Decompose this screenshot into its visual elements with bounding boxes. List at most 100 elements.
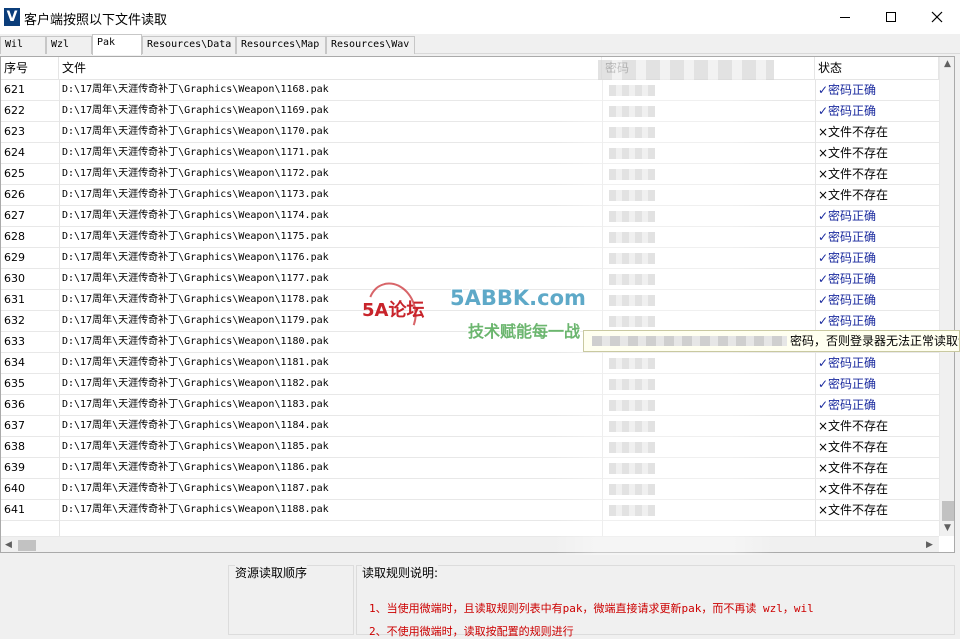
table-row[interactable]: 628 D:\17周年\天涯传奇补丁\Graphics\Weapon\1175.p…: [1, 227, 939, 248]
row-index: 626: [4, 188, 25, 201]
redaction-overlay: [609, 379, 655, 390]
table-row[interactable]: 636 D:\17周年\天涯传奇补丁\Graphics\Weapon\1183.p…: [1, 395, 939, 416]
row-index: 632: [4, 314, 25, 327]
redaction-overlay: [609, 190, 655, 201]
scroll-left-icon[interactable]: ◀: [5, 540, 12, 550]
table-row[interactable]: 637 D:\17周年\天涯传奇补丁\Graphics\Weapon\1184.p…: [1, 416, 939, 437]
row-index: 634: [4, 356, 25, 369]
rules-group: 读取规则说明: 1、当使用微端时，且读取规则列表中有pak，微端直接请求更新pa…: [356, 564, 955, 638]
vertical-scrollbar[interactable]: ▲ ▼: [939, 57, 954, 536]
row-index: 638: [4, 440, 25, 453]
horizontal-scrollbar[interactable]: ◀ ▶: [1, 536, 939, 552]
table-row[interactable]: 627 D:\17周年\天涯传奇补丁\Graphics\Weapon\1174.p…: [1, 206, 939, 227]
scroll-down-icon[interactable]: ▼: [944, 523, 951, 533]
row-index: 639: [4, 461, 25, 474]
rules-title: 读取规则说明:: [362, 564, 439, 581]
redaction-overlay: [609, 148, 655, 159]
row-index: 633: [4, 335, 25, 348]
table-row[interactable]: 639 D:\17周年\天涯传奇补丁\Graphics\Weapon\1186.p…: [1, 458, 939, 479]
tab-resources-wav[interactable]: Resources\Wav: [326, 36, 415, 54]
row-password: [605, 206, 813, 227]
redaction-overlay: [609, 463, 655, 474]
header-file[interactable]: 文件: [59, 57, 602, 80]
table-row[interactable]: 629 D:\17周年\天涯传奇补丁\Graphics\Weapon\1176.p…: [1, 248, 939, 269]
table-row[interactable]: 622 D:\17周年\天涯传奇补丁\Graphics\Weapon\1169.p…: [1, 101, 939, 122]
row-file-path: D:\17周年\天涯传奇补丁\Graphics\Weapon\1168.pak: [62, 84, 329, 95]
table-row[interactable]: 635 D:\17周年\天涯传奇补丁\Graphics\Weapon\1182.p…: [1, 374, 939, 395]
scroll-up-icon[interactable]: ▲: [944, 59, 951, 69]
row-file-path: D:\17周年\天涯传奇补丁\Graphics\Weapon\1182.pak: [62, 378, 329, 389]
tooltip-text: 密码，否则登录器无法正常读取该Pa: [790, 334, 959, 348]
tab-pak[interactable]: Pak: [92, 34, 142, 55]
row-password: [605, 185, 813, 206]
row-status: ×文件不存在: [818, 188, 889, 202]
scroll-right-icon[interactable]: ▶: [926, 540, 933, 550]
table-row[interactable]: 623 D:\17周年\天涯传奇补丁\Graphics\Weapon\1170.p…: [1, 122, 939, 143]
table-row[interactable]: 624 D:\17周年\天涯传奇补丁\Graphics\Weapon\1171.p…: [1, 143, 939, 164]
title-bar: V 客户端按照以下文件读取: [0, 0, 960, 34]
table-row[interactable]: 641 D:\17周年\天涯传奇补丁\Graphics\Weapon\1188.p…: [1, 500, 939, 521]
tab-wil[interactable]: Wil: [0, 36, 46, 54]
horizontal-scroll-thumb[interactable]: [18, 540, 36, 551]
table-row[interactable]: 638 D:\17周年\天涯传奇补丁\Graphics\Weapon\1185.p…: [1, 437, 939, 458]
row-password: [605, 122, 813, 143]
row-file-path: D:\17周年\天涯传奇补丁\Graphics\Weapon\1169.pak: [62, 105, 329, 116]
row-password: [605, 290, 813, 311]
close-button[interactable]: [914, 0, 960, 34]
row-password: [605, 437, 813, 458]
row-password: [605, 458, 813, 479]
tab-resources-data[interactable]: Resources\Data: [142, 36, 236, 54]
maximize-icon: [886, 12, 896, 22]
column-divider: [815, 80, 816, 552]
bottom-panel: 资源读取顺序 读取规则说明: 1、当使用微端时，且读取规则列表中有pak，微端直…: [0, 555, 960, 638]
row-index: 628: [4, 230, 25, 243]
vertical-scroll-thumb[interactable]: [942, 501, 954, 521]
rule-item: 2、不使用微端时，读取按配置的规则进行: [369, 625, 574, 638]
resource-order-title: 资源读取顺序: [235, 564, 308, 581]
header-index[interactable]: 序号: [1, 57, 59, 80]
row-index: 641: [4, 503, 25, 516]
redaction-overlay: [609, 316, 655, 327]
row-status: ×文件不存在: [818, 146, 889, 160]
redaction-overlay: [609, 85, 655, 96]
table-row[interactable]: 625 D:\17周年\天涯传奇补丁\Graphics\Weapon\1172.p…: [1, 164, 939, 185]
row-status: ✓密码正确: [818, 230, 877, 244]
maximize-button[interactable]: [868, 0, 914, 34]
redaction-overlay: [592, 336, 787, 346]
minimize-icon: [840, 17, 850, 18]
tab-resources-map[interactable]: Resources\Map: [236, 36, 326, 54]
row-password: [605, 227, 813, 248]
table-row[interactable]: 621 D:\17周年\天涯传奇补丁\Graphics\Weapon\1168.p…: [1, 80, 939, 101]
row-status: ✓密码正确: [818, 251, 877, 265]
row-password: [605, 80, 813, 101]
minimize-button[interactable]: [822, 0, 868, 34]
redaction-overlay: [609, 127, 655, 138]
table-row[interactable]: 634 D:\17周年\天涯传奇补丁\Graphics\Weapon\1181.p…: [1, 353, 939, 374]
row-file-path: D:\17周年\天涯传奇补丁\Graphics\Weapon\1172.pak: [62, 168, 329, 179]
row-password: [605, 500, 813, 521]
window-title: 客户端按照以下文件读取: [24, 13, 168, 28]
row-index: 624: [4, 146, 25, 159]
row-status: ×文件不存在: [818, 503, 889, 517]
watermark-slogan: 技术赋能每一战: [468, 322, 581, 341]
header-status[interactable]: 状态: [815, 57, 939, 80]
watermark-site: 5ABBK.com: [450, 286, 586, 310]
row-index: 635: [4, 377, 25, 390]
row-file-path: D:\17周年\天涯传奇补丁\Graphics\Weapon\1176.pak: [62, 252, 329, 263]
row-password: [605, 164, 813, 185]
row-index: 629: [4, 251, 25, 264]
table-row[interactable]: 626 D:\17周年\天涯传奇补丁\Graphics\Weapon\1173.p…: [1, 185, 939, 206]
row-status: ×文件不存在: [818, 419, 889, 433]
row-password: [605, 269, 813, 290]
redaction-overlay: [609, 358, 655, 369]
row-file-path: D:\17周年\天涯传奇补丁\Graphics\Weapon\1183.pak: [62, 399, 329, 410]
row-password: [605, 353, 813, 374]
table-row[interactable]: 640 D:\17周年\天涯传奇补丁\Graphics\Weapon\1187.p…: [1, 479, 939, 500]
close-icon: [931, 11, 943, 23]
row-file-path: D:\17周年\天涯传奇补丁\Graphics\Weapon\1175.pak: [62, 231, 329, 242]
row-index: 625: [4, 167, 25, 180]
redaction-overlay: [609, 169, 655, 180]
redaction-overlay: [609, 421, 655, 432]
row-password: [605, 479, 813, 500]
tab-wzl[interactable]: Wzl: [46, 36, 92, 54]
